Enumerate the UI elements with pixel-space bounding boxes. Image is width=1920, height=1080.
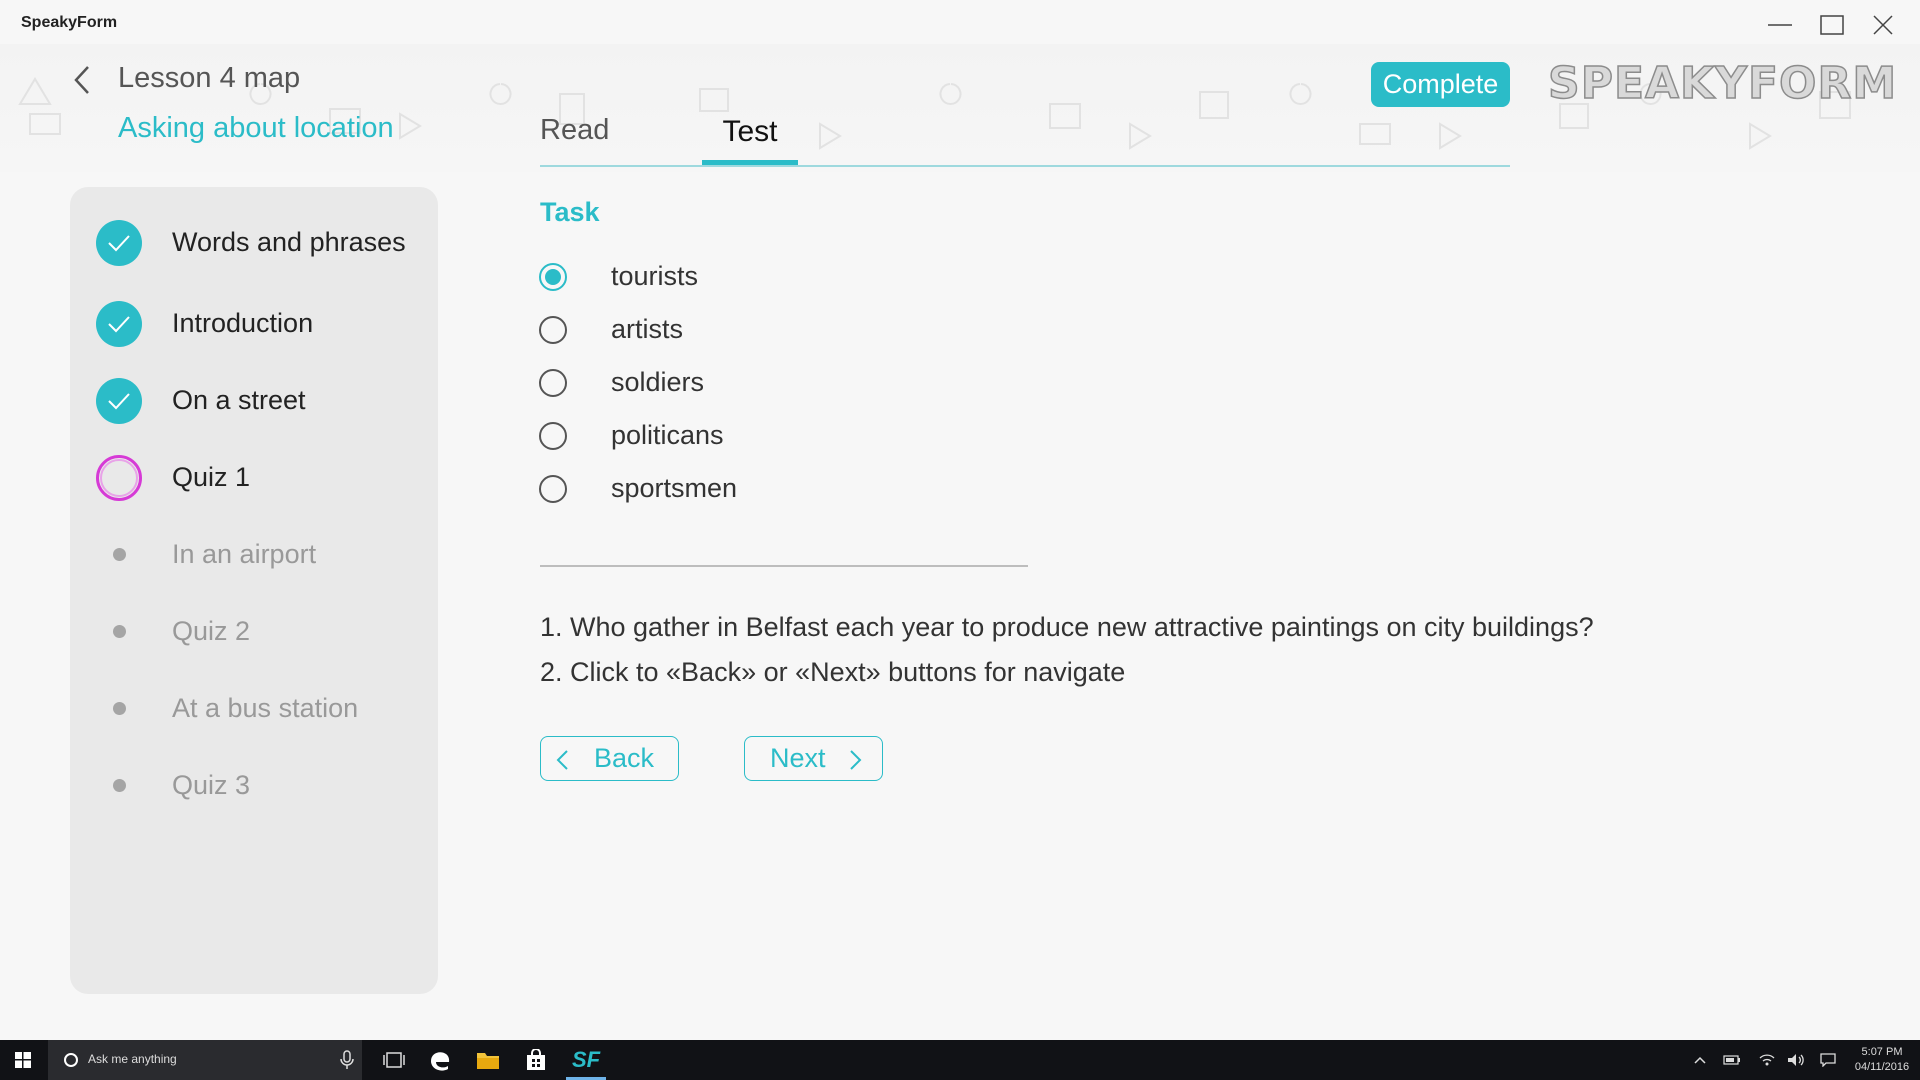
complete-button[interactable]: Complete — [1371, 62, 1510, 107]
radio-unselected[interactable] — [539, 369, 567, 397]
lesson-subtitle: Asking about location — [118, 112, 394, 144]
sidebar-item-label: Quiz 3 — [172, 770, 251, 800]
close-button[interactable] — [1858, 8, 1908, 42]
content-divider — [540, 565, 1028, 567]
sidebar-item-label: Quiz 2 — [172, 616, 251, 646]
option-label: artists — [611, 314, 684, 344]
radio-unselected[interactable] — [539, 316, 567, 344]
edge-browser-button[interactable] — [420, 1040, 460, 1080]
answer-option-politicans[interactable]: politicans — [539, 417, 1039, 461]
search-placeholder: Ask me anything — [88, 1052, 177, 1066]
chevron-left-icon — [556, 750, 568, 770]
check-icon — [96, 301, 142, 347]
task-heading: Task — [540, 197, 600, 227]
next-button[interactable]: Next — [744, 736, 883, 781]
answer-option-artists[interactable]: artists — [539, 311, 1039, 355]
option-label: sportsmen — [611, 473, 738, 503]
sidebar-item-label: Quiz 1 — [172, 462, 251, 492]
edge-icon — [431, 1052, 450, 1071]
answer-option-soldiers[interactable]: soldiers — [539, 364, 1039, 408]
back-button-label: Back — [594, 743, 655, 773]
radio-unselected[interactable] — [539, 475, 567, 503]
lesson-title: Lesson 4 map — [118, 62, 301, 94]
sidebar-item-in-an-airport[interactable]: In an airport — [70, 525, 438, 585]
clock-date: 04/11/2016 — [1854, 1061, 1910, 1073]
tab-read[interactable]: Read — [540, 114, 609, 147]
task-view-icon — [383, 1052, 405, 1068]
sidebar-item-label: Introduction — [172, 308, 314, 338]
folder-icon — [477, 1053, 499, 1069]
notification-icon — [1820, 1053, 1836, 1067]
bullet-icon — [113, 779, 126, 792]
brand-logo: SPEAKYFORM — [1547, 57, 1898, 110]
windows-icon — [15, 1052, 31, 1068]
action-center-button[interactable] — [1816, 1040, 1840, 1080]
answer-option-sportsmen[interactable]: sportsmen — [539, 470, 1039, 514]
question-text: 1. Who gather in Belfast each year to pr… — [540, 612, 1594, 642]
next-button-label: Next — [770, 743, 826, 773]
sidebar-item-quiz-3[interactable]: Quiz 3 — [70, 756, 438, 816]
radio-unselected[interactable] — [539, 422, 567, 450]
sidebar-item-introduction[interactable]: Introduction — [70, 294, 438, 354]
tab-divider — [540, 165, 1510, 167]
option-label: politicans — [611, 420, 724, 450]
lesson-sidebar: Words and phrases Introduction On a stre… — [70, 187, 438, 994]
taskbar: Ask me anything SF 5:07 PM 04/11/2016 — [0, 1040, 1920, 1080]
task-view-button[interactable] — [374, 1040, 414, 1080]
maximize-button[interactable] — [1807, 8, 1857, 42]
bullet-icon — [113, 625, 126, 638]
store-bag-icon — [527, 1049, 545, 1070]
battery-status[interactable] — [1720, 1040, 1744, 1080]
answer-option-tourists[interactable]: tourists — [539, 258, 1039, 302]
back-navigation-button[interactable] — [68, 62, 96, 98]
maximize-icon — [1820, 15, 1844, 35]
sidebar-item-on-a-street[interactable]: On a street — [70, 371, 438, 431]
app-title: SpeakyForm — [21, 14, 118, 31]
clock-time: 5:07 PM — [1861, 1046, 1903, 1058]
cortana-icon — [64, 1053, 78, 1067]
option-label: tourists — [611, 261, 699, 291]
sidebar-item-label: At a bus station — [172, 693, 359, 723]
chevron-left-icon — [74, 66, 89, 94]
taskbar-search[interactable]: Ask me anything — [48, 1040, 362, 1080]
network-status[interactable] — [1755, 1040, 1779, 1080]
sidebar-item-label: On a street — [172, 385, 306, 415]
system-clock[interactable]: 5:07 PM 04/11/2016 — [1850, 1045, 1914, 1075]
option-label: soldiers — [611, 367, 705, 397]
check-icon — [96, 378, 142, 424]
file-explorer-button[interactable] — [468, 1040, 508, 1080]
sidebar-item-quiz-1[interactable]: Quiz 1 — [70, 448, 438, 508]
chevron-up-icon — [1694, 1056, 1706, 1064]
show-hidden-icons[interactable] — [1690, 1040, 1710, 1080]
tab-test[interactable]: Test — [702, 115, 798, 149]
navigation-hint: 2. Click to «Back» or «Next» buttons for… — [540, 657, 1126, 687]
microphone-icon[interactable] — [340, 1050, 354, 1070]
start-button[interactable] — [0, 1040, 46, 1080]
check-icon — [96, 220, 142, 266]
sidebar-item-quiz-2[interactable]: Quiz 2 — [70, 602, 438, 662]
speakyform-taskbar-button[interactable]: SF — [562, 1040, 610, 1080]
speaker-icon — [1788, 1054, 1804, 1066]
store-button[interactable] — [516, 1040, 556, 1080]
minimize-button[interactable] — [1755, 8, 1805, 42]
volume-control[interactable] — [1784, 1040, 1808, 1080]
current-step-icon — [96, 455, 142, 501]
bullet-icon — [113, 548, 126, 561]
back-button[interactable]: Back — [540, 736, 679, 781]
close-icon — [1873, 15, 1893, 35]
minimize-icon — [1768, 24, 1792, 26]
sidebar-item-label: Words and phrases — [172, 227, 406, 257]
sidebar-item-at-a-bus-station[interactable]: At a bus station — [70, 679, 438, 739]
wifi-icon — [1759, 1054, 1775, 1066]
battery-icon — [1723, 1055, 1740, 1065]
radio-selected[interactable] — [539, 263, 567, 291]
chevron-right-icon — [850, 750, 862, 770]
bullet-icon — [113, 702, 126, 715]
sidebar-item-words-and-phrases[interactable]: Words and phrases — [70, 213, 438, 273]
sidebar-item-label: In an airport — [172, 539, 317, 569]
